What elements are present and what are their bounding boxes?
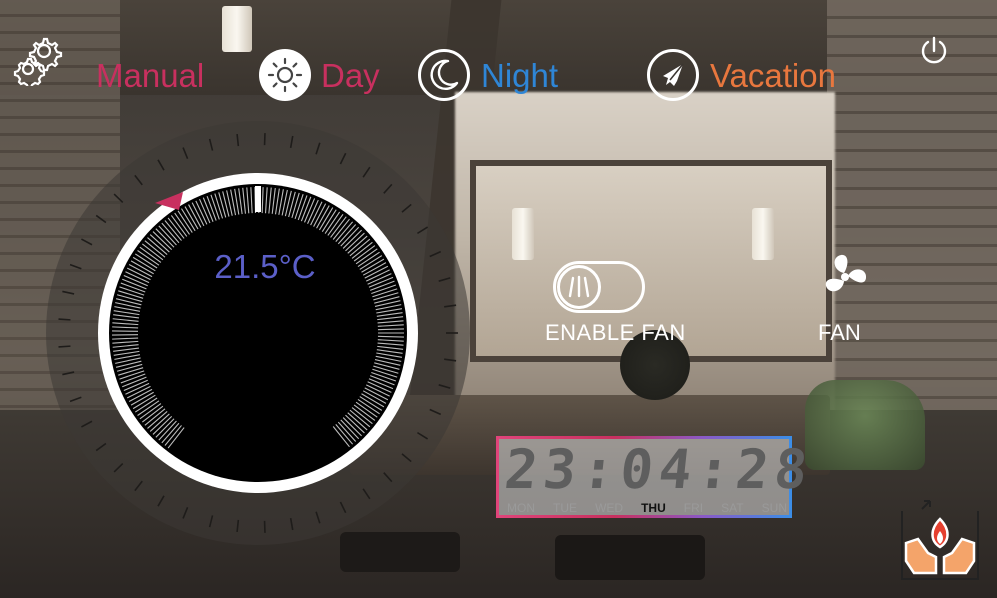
- inner-tick: [377, 328, 404, 331]
- power-icon: [921, 36, 947, 64]
- weekday-sat: SAT: [721, 501, 744, 515]
- weekday-wed: WED: [595, 501, 624, 515]
- weekday-fri: FRI: [683, 501, 704, 515]
- mode-day-icon-button[interactable]: [259, 49, 311, 101]
- weekday-thu: THU: [641, 501, 666, 515]
- gear-icon: [13, 37, 63, 90]
- mode-night-button[interactable]: Night: [481, 56, 558, 96]
- sun-icon: [267, 57, 303, 93]
- thermostat-dial[interactable]: [43, 118, 473, 548]
- fan-button[interactable]: [817, 249, 873, 305]
- moon-icon: [430, 59, 459, 90]
- heating-button[interactable]: [900, 497, 980, 581]
- airplane-icon: [663, 63, 684, 86]
- mode-vacation-button[interactable]: Vacation: [710, 56, 836, 96]
- dial-top-marker: [255, 186, 261, 212]
- weekday-mon: MON: [507, 501, 535, 515]
- weekday-row: MON TUE WED THU FRI SAT SUN: [507, 501, 787, 515]
- mode-night-icon-button[interactable]: [418, 49, 470, 101]
- weekday-sun: SUN: [761, 501, 787, 515]
- mode-day-button[interactable]: Day: [321, 56, 380, 96]
- fan-toggle-knob: [557, 265, 601, 309]
- settings-button[interactable]: [12, 34, 64, 90]
- enable-fan-label: ENABLE FAN: [545, 320, 686, 345]
- flame-hands-icon: [901, 500, 979, 580]
- fan-label: FAN: [818, 320, 861, 345]
- fan-toggle-icon: [568, 275, 590, 298]
- power-button[interactable]: [918, 34, 950, 66]
- weekday-tue: TUE: [553, 501, 578, 515]
- clock-time: 23:04:28: [501, 438, 817, 501]
- mode-manual-button[interactable]: Manual: [96, 56, 204, 96]
- mode-vacation-icon-button[interactable]: [647, 49, 699, 101]
- outer-tick: [58, 345, 71, 348]
- enable-fan-toggle[interactable]: [553, 261, 645, 313]
- dial-face: [109, 184, 407, 482]
- fan-icon: [825, 254, 867, 292]
- digital-clock: 23:04:28 MON TUE WED THU FRI SAT SUN: [496, 436, 817, 518]
- inner-tick: [377, 335, 404, 338]
- setpoint-temperature: 21.5°C: [214, 248, 316, 285]
- outer-tick: [58, 318, 71, 321]
